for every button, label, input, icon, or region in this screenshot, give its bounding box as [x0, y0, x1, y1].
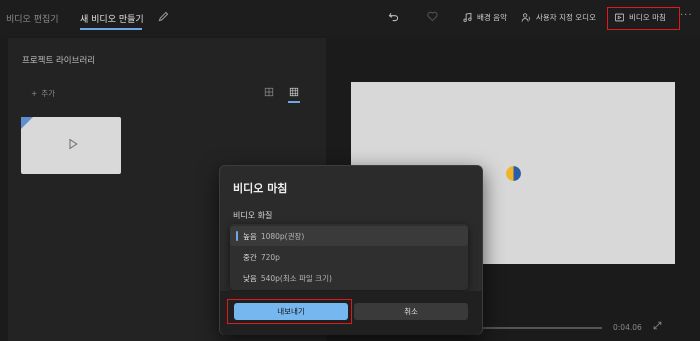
- quality-option-medium[interactable]: 중간 720p: [230, 247, 468, 267]
- playback-time: 0:04.06: [613, 323, 642, 332]
- finish-video-dialog: 비디오 마침 비디오 화질 높음 1080p(권장) 중간 720p 낮음 54…: [219, 165, 483, 335]
- person-audio-icon: [521, 12, 530, 22]
- quality-option-low[interactable]: 낮음 540p(최소 파일 크기): [230, 268, 468, 288]
- export-highlight: [227, 299, 352, 324]
- quality-option-name: 낮음: [243, 273, 257, 283]
- background-music-label: 배경 음악: [477, 12, 507, 22]
- background-music-button[interactable]: 배경 음악: [462, 8, 507, 26]
- finish-video-highlight: [607, 7, 680, 30]
- grid-view-icon[interactable]: [264, 87, 274, 97]
- quality-option-name: 높음: [243, 231, 257, 241]
- undo-icon[interactable]: [387, 10, 400, 23]
- fullscreen-icon[interactable]: [653, 321, 662, 330]
- seek-bar[interactable]: [482, 327, 602, 329]
- view-active-indicator: [288, 101, 300, 103]
- top-toolbar: 비디오 편집기 새 비디오 만들기 배경 음악 사용자 지정 오디오 비디오 마…: [0, 0, 700, 36]
- breadcrumb-new-video[interactable]: 새 비디오 만들기: [80, 12, 144, 25]
- media-thumbnail[interactable]: [21, 117, 121, 174]
- breadcrumb-video-editor[interactable]: 비디오 편집기: [6, 12, 59, 25]
- quality-option-high[interactable]: 높음 1080p(권장): [230, 226, 468, 246]
- quality-dropdown[interactable]: 높음 1080p(권장) 중간 720p 낮음 540p(최소 파일 크기): [230, 224, 468, 290]
- quality-option-name: 중간: [243, 252, 257, 262]
- more-options-button[interactable]: ···: [680, 10, 693, 21]
- add-media-button[interactable]: + 추가: [31, 88, 55, 99]
- small-grid-view-icon[interactable]: [289, 87, 299, 97]
- music-note-icon: [463, 12, 472, 22]
- thumbnail-corner-marker: [21, 117, 33, 129]
- custom-audio-button[interactable]: 사용자 지정 오디오: [521, 8, 596, 26]
- quality-option-detail: 720p: [260, 252, 280, 262]
- quality-option-detail: 1080p(권장): [260, 231, 305, 241]
- custom-audio-label: 사용자 지정 오디오: [536, 12, 596, 22]
- video-quality-label: 비디오 화질: [233, 211, 273, 220]
- project-library-title: 프로젝트 라이브러리: [22, 56, 96, 66]
- play-icon: [69, 138, 78, 150]
- loading-icon: [506, 166, 521, 181]
- dialog-title: 비디오 마침: [233, 182, 288, 195]
- cancel-button[interactable]: 취소: [354, 303, 468, 320]
- plus-icon: +: [31, 89, 38, 98]
- add-media-label: 추가: [41, 89, 56, 98]
- selected-indicator: [236, 231, 238, 241]
- breadcrumb-active-indicator: [80, 28, 142, 30]
- pencil-icon[interactable]: [157, 10, 170, 23]
- favorite-icon[interactable]: [426, 10, 439, 23]
- quality-option-detail: 540p(최소 파일 크기): [260, 273, 332, 283]
